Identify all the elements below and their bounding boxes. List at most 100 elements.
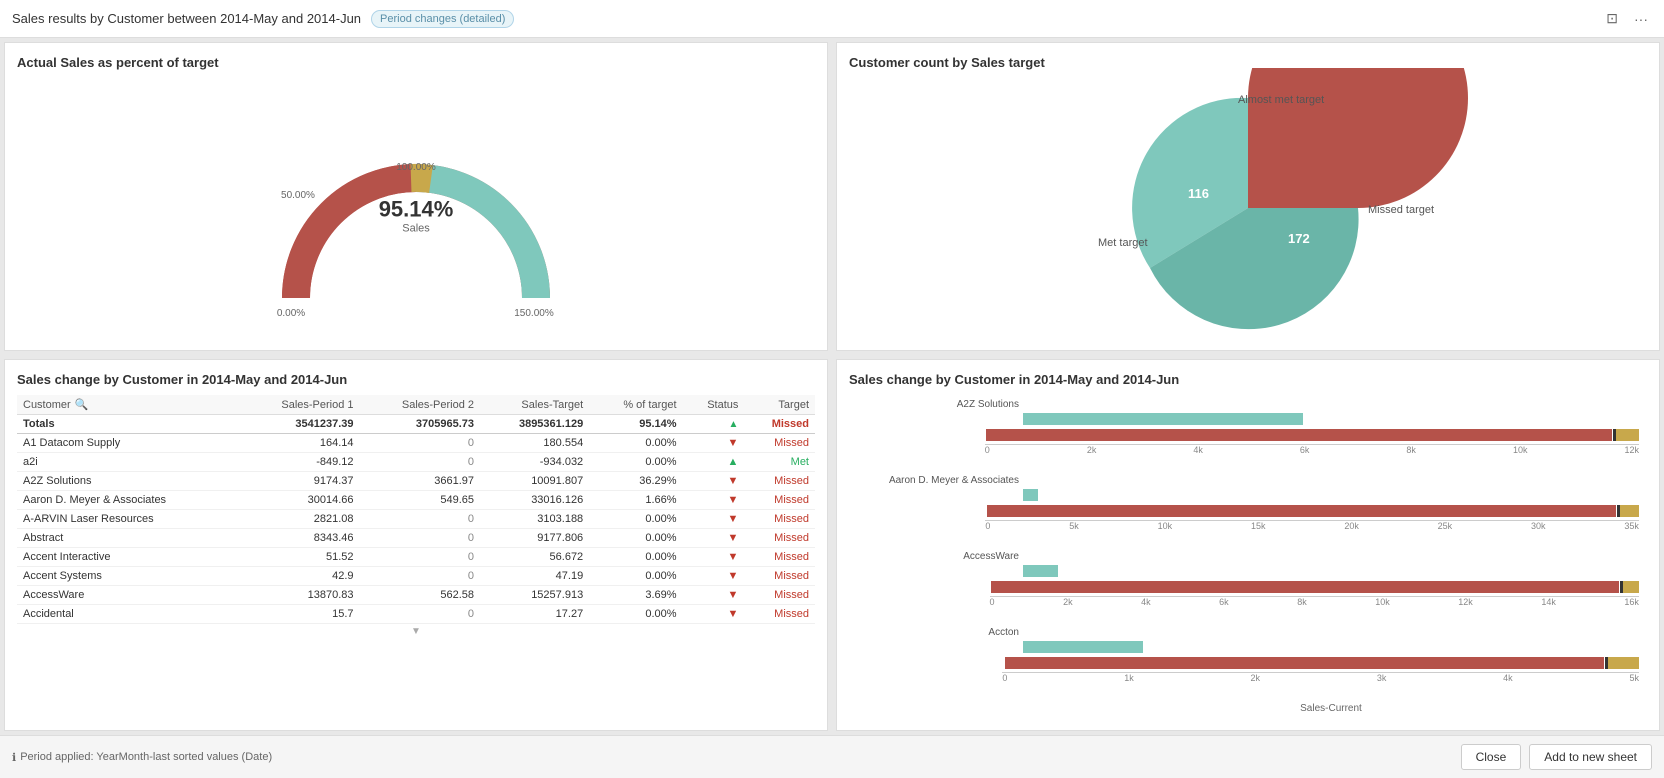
period-info-text: Period applied: YearMonth-last sorted va… — [20, 751, 272, 763]
axis-label: 25k — [1438, 521, 1453, 531]
row-period1: 164.14 — [239, 434, 360, 453]
bar-chart-area: A2Z Solutions02k4k6k8k10k12kAaron D. Mey… — [849, 395, 1647, 718]
row-pct: 0.00% — [589, 453, 682, 472]
col-target: Sales-Target — [480, 395, 589, 415]
bottom-info: ℹ Period applied: YearMonth-last sorted … — [12, 751, 272, 764]
axis-label: 4k — [1141, 597, 1151, 607]
row-pct: 1.66% — [589, 491, 682, 510]
row-arrow: ▼ — [683, 586, 745, 605]
row-pct: 3.69% — [589, 586, 682, 605]
bar-customer-label: A2Z Solutions — [869, 399, 1019, 410]
col-period1: Sales-Period 1 — [239, 395, 360, 415]
col-status: Status — [683, 395, 745, 415]
svg-text:172: 172 — [1288, 231, 1310, 246]
row-period2: 0 — [360, 567, 481, 586]
add-to-sheet-button[interactable]: Add to new sheet — [1529, 744, 1652, 770]
axis-label: 12k — [1458, 597, 1473, 607]
axis-label: 35k — [1624, 521, 1639, 531]
gauge-sublabel: Sales — [379, 223, 454, 235]
axis-label: 6k — [1300, 445, 1310, 455]
bar-group: Accton01k2k3k4k5k — [869, 627, 1639, 683]
totals-status: Missed — [744, 415, 815, 434]
row-period1: -849.12 — [239, 453, 360, 472]
row-customer: Accidental — [17, 605, 239, 624]
bar-axis: 05k10k15k20k25k30k35k — [869, 520, 1639, 531]
minimize-button[interactable]: ⊡ — [1602, 8, 1622, 29]
totals-target: 3895361.129 — [480, 415, 589, 434]
row-arrow: ▼ — [683, 548, 745, 567]
row-period1: 51.52 — [239, 548, 360, 567]
close-button[interactable]: Close — [1461, 744, 1522, 770]
bar-axis: 01k2k3k4k5k — [869, 672, 1639, 683]
row-period1: 9174.37 — [239, 472, 360, 491]
row-pct: 0.00% — [589, 548, 682, 567]
table-row: a2i -849.12 0 -934.032 0.00% ▲ Met — [17, 453, 815, 472]
title-actions: ⊡ ··· — [1602, 8, 1652, 29]
x-axis-label: Sales-Current — [869, 703, 1639, 714]
svg-text:Missed target: Missed target — [1368, 204, 1434, 216]
more-options-button[interactable]: ··· — [1630, 9, 1652, 29]
sales-change-table-panel: Sales change by Customer in 2014-May and… — [4, 359, 828, 731]
bar-fill-teal — [1023, 489, 1038, 501]
period-badge[interactable]: Period changes (detailed) — [371, 10, 514, 28]
col-target2: Target — [744, 395, 815, 415]
table-row: A2Z Solutions 9174.37 3661.97 10091.807 … — [17, 472, 815, 491]
customer-count-panel: Customer count by Sales target Missed ta — [836, 42, 1660, 351]
row-customer: Abstract — [17, 529, 239, 548]
axis-label: 4k — [1193, 445, 1203, 455]
row-status: Missed — [744, 491, 815, 510]
row-status: Missed — [744, 586, 815, 605]
totals-period2: 3705965.73 — [360, 415, 481, 434]
axis-label: 8k — [1297, 597, 1307, 607]
bar-red-row — [869, 428, 1639, 442]
row-period1: 42.9 — [239, 567, 360, 586]
row-arrow: ▲ — [683, 453, 745, 472]
row-target: -934.032 — [480, 453, 589, 472]
row-period2: 0 — [360, 434, 481, 453]
axis-label: 8k — [1406, 445, 1416, 455]
bar-fill-red — [987, 505, 1616, 517]
axis-label: 30k — [1531, 521, 1546, 531]
axis-label: 14k — [1541, 597, 1556, 607]
row-period2: 0 — [360, 605, 481, 624]
row-status: Missed — [744, 434, 815, 453]
row-arrow: ▼ — [683, 491, 745, 510]
bar-fill-gold — [1620, 505, 1639, 517]
row-period2: 562.58 — [360, 586, 481, 605]
axis-label: 15k — [1251, 521, 1266, 531]
bar-teal-row — [869, 640, 1639, 654]
row-customer: A2Z Solutions — [17, 472, 239, 491]
row-customer: Accent Interactive — [17, 548, 239, 567]
bar-fill-red — [986, 429, 1612, 441]
axis-label: 10k — [1513, 445, 1528, 455]
row-target: 47.19 — [480, 567, 589, 586]
sales-bar-title: Sales change by Customer in 2014-May and… — [849, 372, 1647, 387]
bar-red-row — [869, 580, 1639, 594]
bar-fill-gold — [1608, 657, 1639, 669]
row-target: 180.554 — [480, 434, 589, 453]
row-period2: 0 — [360, 529, 481, 548]
row-status: Missed — [744, 548, 815, 567]
bar-fill-teal — [1023, 413, 1303, 425]
bar-red-row — [869, 504, 1639, 518]
row-customer: A1 Datacom Supply — [17, 434, 239, 453]
totals-customer: Totals — [17, 415, 239, 434]
row-period2: 0 — [360, 510, 481, 529]
row-pct: 0.00% — [589, 510, 682, 529]
axis-label: 16k — [1624, 597, 1639, 607]
customer-search-icon[interactable]: 🔍 — [75, 398, 89, 411]
col-customer: Customer 🔍 — [17, 395, 239, 415]
pie-svg: Missed target Met target Almost met targ… — [998, 68, 1498, 348]
axis-label: 1k — [1124, 673, 1134, 683]
svg-text:116: 116 — [1188, 186, 1209, 201]
row-arrow: ▼ — [683, 510, 745, 529]
row-pct: 0.00% — [589, 529, 682, 548]
bar-group: Aaron D. Meyer & Associates05k10k15k20k2… — [869, 475, 1639, 531]
bar-fill-red — [991, 581, 1619, 593]
row-pct: 0.00% — [589, 434, 682, 453]
totals-pct: 95.14% — [589, 415, 682, 434]
totals-period1: 3541237.39 — [239, 415, 360, 434]
axis-label: 10k — [1158, 521, 1173, 531]
sales-change-table-title: Sales change by Customer in 2014-May and… — [17, 372, 815, 387]
bar-red-row — [869, 656, 1639, 670]
